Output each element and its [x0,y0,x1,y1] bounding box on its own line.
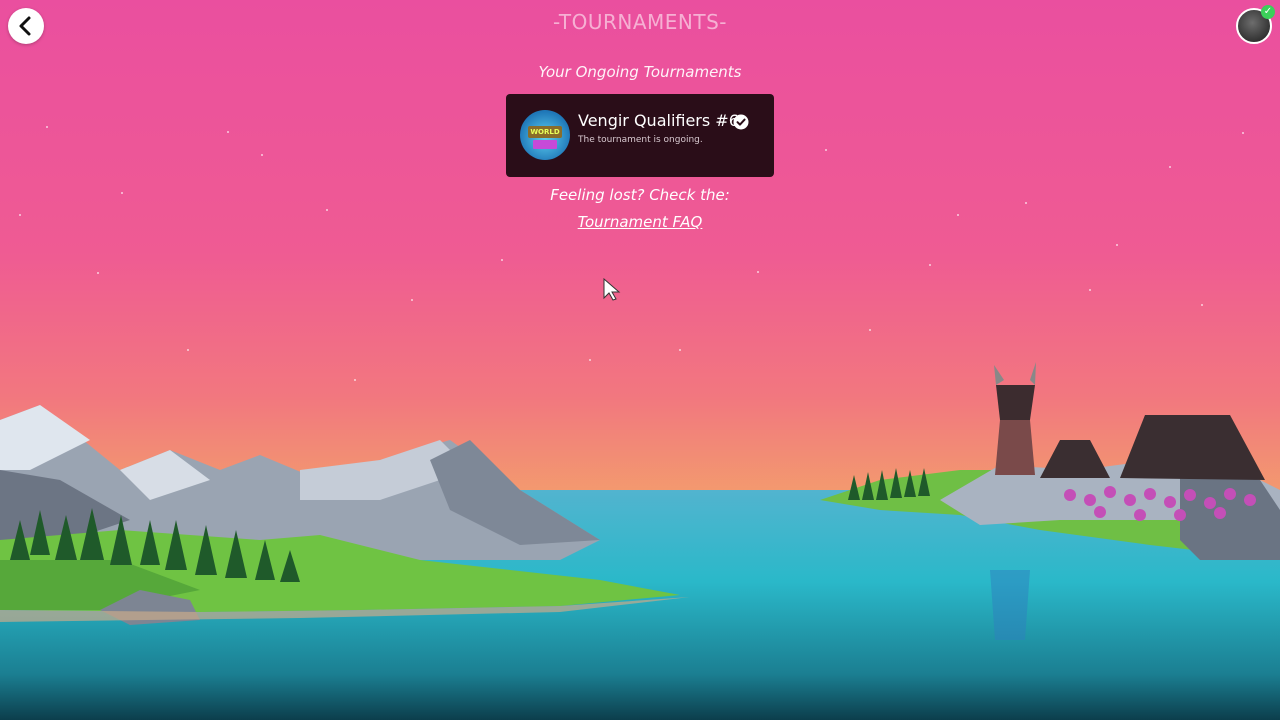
ongoing-tournaments-heading: Your Ongoing Tournaments [538,63,742,81]
help-text: Feeling lost? Check the: [550,186,730,204]
faq-link-row: Tournament FAQ [0,212,1280,231]
page-title: -TOURNAMENTS- [553,10,727,34]
tournament-faq-link[interactable]: Tournament FAQ [578,213,703,231]
tournament-card[interactable]: WORLD Vengir Qualifiers #6 The tournamen… [506,94,774,177]
tournament-name: Vengir Qualifiers #6 [578,111,739,130]
tournament-logo: WORLD [520,110,570,160]
logo-ribbon [533,140,557,149]
check-icon: ✓ [1261,5,1275,19]
tournament-logo-text: WORLD [528,126,562,138]
tournament-status: The tournament is ongoing. [578,135,703,145]
mouse-cursor-icon [603,278,621,301]
verified-check-icon [733,114,749,130]
